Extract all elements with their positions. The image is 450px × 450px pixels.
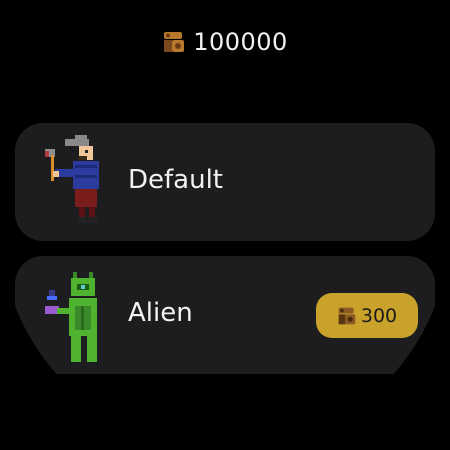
log-currency-icon [162, 30, 186, 54]
watch-screen: 100000 Default Alien 300 [0, 0, 450, 450]
alien-character-icon [45, 266, 125, 366]
skin-card-default[interactable]: Default [15, 123, 435, 241]
currency-balance: 100000 [0, 28, 450, 56]
skin-name-alien: Alien [128, 298, 193, 328]
log-currency-icon [337, 306, 357, 326]
buy-alien-button[interactable]: 300 [316, 293, 418, 338]
alien-price: 300 [360, 304, 398, 327]
skin-card-alien[interactable]: Alien 300 [15, 256, 435, 374]
skin-name-default: Default [128, 165, 223, 195]
lumberjack-character-icon [45, 133, 125, 233]
balance-amount: 100000 [193, 28, 288, 56]
